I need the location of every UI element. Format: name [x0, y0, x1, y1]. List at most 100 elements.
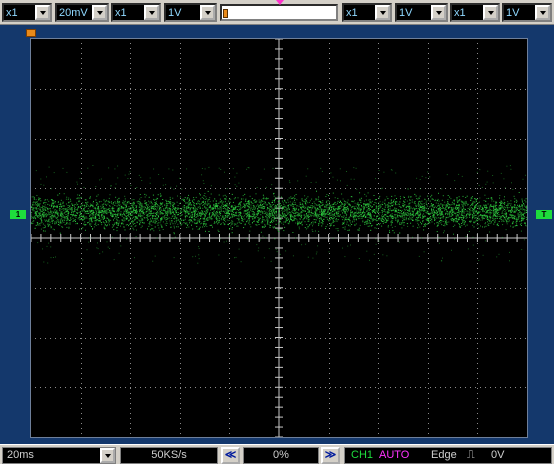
grid-dot: [450, 139, 451, 140]
grid-dot: [65, 89, 66, 90]
grid-dot: [95, 387, 96, 388]
chevron-down-icon[interactable]: [535, 5, 550, 20]
grid-dot: [495, 387, 496, 388]
grid-dot: [130, 168, 131, 169]
grid-dot: [378, 168, 379, 169]
grid-dot: [130, 198, 131, 199]
grid-dot: [225, 89, 226, 90]
grid-dot: [428, 353, 429, 354]
time-position-marker-icon[interactable]: [26, 29, 36, 37]
ch2-probe-select[interactable]: x1: [111, 3, 161, 22]
grid-dot: [330, 188, 331, 189]
grid-dot: [140, 338, 141, 339]
grid-dot: [378, 433, 379, 434]
grid-dot: [329, 123, 330, 124]
grid-dot: [428, 228, 429, 229]
grid-dot: [65, 188, 66, 189]
grid-dot: [477, 383, 478, 384]
grid-dot: [378, 258, 379, 259]
scroll-left-button[interactable]: ≪: [221, 447, 240, 464]
grid-dot: [465, 139, 466, 140]
ch1-volts-select[interactable]: 20mV: [55, 3, 109, 22]
ch3-volts-select[interactable]: 1V: [395, 3, 448, 22]
grid-dot: [150, 288, 151, 289]
grid-dot: [428, 233, 429, 234]
grid-dot: [428, 368, 429, 369]
grid-dot: [295, 89, 296, 90]
grid-dot: [428, 243, 429, 244]
chevron-down-icon[interactable]: [200, 5, 215, 20]
grid-dot: [130, 328, 131, 329]
timebase-select[interactable]: 20ms: [2, 447, 116, 464]
grid-dot: [378, 273, 379, 274]
grid-dot: [350, 387, 351, 388]
grid-dot: [81, 358, 82, 359]
grid-dot: [325, 139, 326, 140]
chevron-down-icon[interactable]: [483, 5, 498, 20]
grid-dot: [335, 387, 336, 388]
grid-dot: [329, 288, 330, 289]
chevron-down-icon[interactable]: [100, 448, 115, 463]
trigger-level-marker[interactable]: T: [536, 210, 552, 219]
ch1-volts-value: 20mV: [59, 7, 88, 19]
ch2-volts-select[interactable]: 1V: [164, 3, 217, 22]
grid-dot: [335, 139, 336, 140]
trigger-info[interactable]: CH1 AUTO Edge ⎍ 0V: [344, 447, 552, 464]
grid-dot: [475, 387, 476, 388]
chevron-down-icon[interactable]: [375, 5, 390, 20]
grid-dot: [450, 188, 451, 189]
grid-dot: [460, 89, 461, 90]
grid-dot: [160, 288, 161, 289]
grid-dot: [477, 123, 478, 124]
slider-thumb[interactable]: [223, 9, 228, 18]
grid-dot: [378, 98, 379, 99]
ch1-level-marker[interactable]: 1: [10, 210, 26, 219]
grid-dot: [329, 303, 330, 304]
horizontal-position-slider[interactable]: [220, 4, 338, 21]
ch4-probe-select[interactable]: x1: [450, 3, 500, 22]
grid-dot: [180, 408, 181, 409]
grid-dot: [335, 288, 336, 289]
grid-dot: [477, 83, 478, 84]
grid-dot: [130, 113, 131, 114]
chevron-down-icon[interactable]: [35, 5, 50, 20]
grid-dot: [70, 338, 71, 339]
grid-dot: [329, 188, 330, 189]
scroll-right-button[interactable]: ≫: [321, 447, 340, 464]
grid-dot: [255, 188, 256, 189]
grid-dot: [130, 73, 131, 74]
chevron-down-icon[interactable]: [144, 5, 159, 20]
grid-dot: [130, 89, 131, 90]
grid-dot: [100, 387, 101, 388]
grid-dot: [130, 318, 131, 319]
grid-dot: [329, 68, 330, 69]
grid-dot: [475, 89, 476, 90]
grid-dot: [81, 148, 82, 149]
grid-dot: [229, 363, 230, 364]
grid-dot: [329, 183, 330, 184]
grid-dot: [520, 387, 521, 388]
ch3-probe-select[interactable]: x1: [342, 3, 392, 22]
chevron-down-icon[interactable]: [92, 5, 107, 20]
grid-dot: [90, 89, 91, 90]
grid-dot: [105, 288, 106, 289]
grid-dot: [330, 139, 331, 140]
grid-dot: [410, 288, 411, 289]
grid-dot: [81, 88, 82, 89]
grid-dot: [190, 338, 191, 339]
grid-dot: [155, 188, 156, 189]
grid-dot: [125, 139, 126, 140]
grid-dot: [470, 188, 471, 189]
grid-dot: [175, 188, 176, 189]
grid-dot: [130, 118, 131, 119]
grid-dot: [180, 338, 181, 339]
grid-dot: [100, 338, 101, 339]
grid-dot: [210, 89, 211, 90]
ch1-probe-select[interactable]: x1: [2, 3, 52, 22]
ch4-volts-select[interactable]: 1V: [502, 3, 552, 22]
chevron-down-icon[interactable]: [431, 5, 446, 20]
grid-dot: [329, 323, 330, 324]
grid-dot: [229, 188, 230, 189]
grid-dot: [180, 263, 181, 264]
trigger-position-marker-icon[interactable]: [276, 0, 284, 5]
